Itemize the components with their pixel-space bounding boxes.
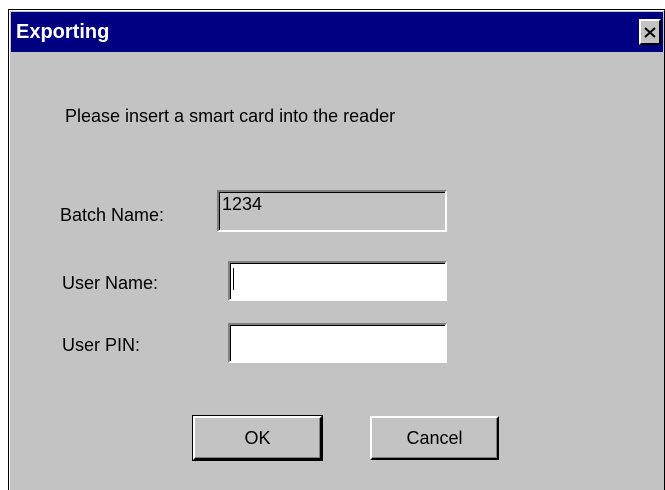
close-button[interactable] [639, 19, 661, 45]
user-name-input[interactable] [228, 261, 447, 301]
title-bar[interactable]: Exporting [11, 12, 663, 52]
user-pin-label: User PIN: [62, 335, 141, 355]
user-name-field-wrap [228, 261, 447, 301]
window-title: Exporting [16, 21, 110, 43]
user-name-label: User Name: [62, 273, 159, 293]
instruction-text: Please insert a smart card into the read… [65, 106, 396, 126]
batch-name-field: 1234 [217, 190, 447, 232]
user-pin-input[interactable] [228, 323, 447, 363]
exporting-dialog: Exporting Please insert a smart card int… [8, 9, 665, 490]
cancel-button[interactable]: Cancel [370, 416, 499, 460]
text-caret [233, 268, 234, 290]
ok-button[interactable]: OK [192, 415, 323, 461]
close-icon [644, 26, 656, 38]
batch-name-label: Batch Name: [60, 205, 165, 225]
